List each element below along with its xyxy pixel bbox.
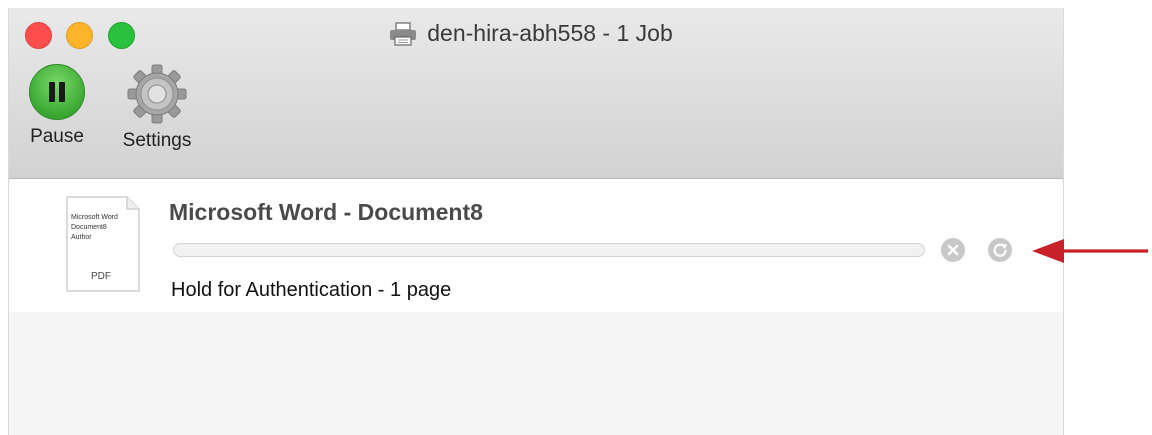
document-thumbnail-icon: Microsoft Word Document8 Author PDF xyxy=(66,196,140,292)
annotation-arrow-icon xyxy=(1032,239,1148,263)
thumbnail-line: Document8 xyxy=(71,224,107,231)
settings-label: Settings xyxy=(122,130,192,151)
resume-job-button[interactable] xyxy=(988,238,1012,262)
gear-icon[interactable] xyxy=(122,64,192,124)
print-queue-window: den-hira-abh558 - 1 Job Pause Settings M… xyxy=(8,8,1064,435)
job-status: Hold for Authentication - 1 page xyxy=(171,279,452,301)
window-title: den-hira-abh558 - 1 Job xyxy=(427,20,673,46)
refresh-icon[interactable] xyxy=(988,238,1012,262)
window-toolbar: den-hira-abh558 - 1 Job Pause Settings xyxy=(9,8,1063,179)
pause-label: Pause xyxy=(30,126,84,147)
window-title-bar: den-hira-abh558 - 1 Job xyxy=(9,20,1063,47)
thumbnail-line: Author xyxy=(71,234,92,241)
pause-button[interactable]: Pause xyxy=(19,64,95,148)
settings-button[interactable]: Settings xyxy=(107,64,207,152)
job-progress-bar xyxy=(173,243,925,257)
cancel-job-button[interactable] xyxy=(941,238,965,262)
job-list: Microsoft Word Document8 Author PDF Micr… xyxy=(9,179,1063,312)
thumbnail-line: Microsoft Word xyxy=(71,214,118,221)
pause-icon[interactable] xyxy=(29,64,85,120)
close-icon[interactable] xyxy=(941,238,965,262)
thumbnail-format: PDF xyxy=(91,271,111,282)
job-name: Microsoft Word - Document8 xyxy=(169,199,483,225)
printer-icon xyxy=(390,21,417,46)
